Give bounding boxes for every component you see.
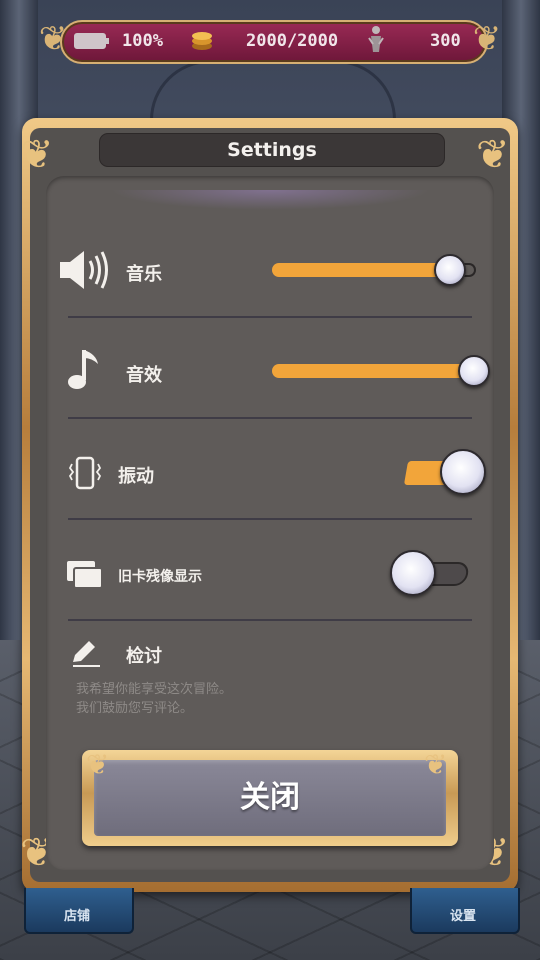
nav-tab-settings-label: 设置 <box>449 909 476 924</box>
music-label: 音乐 <box>126 264 162 285</box>
cards-icon <box>67 561 103 589</box>
ornament-left-icon: ❦ <box>38 19 68 59</box>
frame-ornament-icon: ❦ <box>476 132 510 178</box>
nav-tab-shop-label: 店铺 <box>63 909 90 924</box>
old-card-afterimage-toggle-knob[interactable] <box>390 550 436 596</box>
battery-icon <box>74 33 109 49</box>
sound-effects-slider-fill <box>272 364 476 378</box>
battery-value: 100% <box>122 31 163 51</box>
divider <box>68 316 472 318</box>
divider <box>68 417 472 419</box>
coin-value: 2000/2000 <box>246 31 339 51</box>
music-slider-knob[interactable] <box>433 254 466 286</box>
ornament-right-icon: ❦ <box>472 19 502 59</box>
coin-stack-icon <box>192 32 212 50</box>
speaker-icon <box>60 251 108 289</box>
review-label: 检讨 <box>126 646 162 667</box>
vibration-icon <box>68 456 102 490</box>
review-description-line-2: 我们鼓励您写评论。 <box>76 701 194 716</box>
vibration-label: 振动 <box>118 466 154 487</box>
pencil-icon <box>73 641 100 667</box>
music-note-icon <box>68 350 98 389</box>
frame-ornament-icon: ❦ <box>20 132 54 178</box>
close-button-label: 关闭 <box>240 780 300 815</box>
figure-icon <box>368 26 384 52</box>
divider <box>68 518 472 520</box>
divider <box>68 619 472 621</box>
vibration-toggle-knob[interactable] <box>440 449 486 495</box>
content-glow <box>110 190 430 210</box>
old-card-afterimage-label: 旧卡残像显示 <box>118 569 202 585</box>
sound-effects-slider-knob[interactable] <box>458 355 490 387</box>
review-description-line-1: 我希望你能享受这次冒险。 <box>76 682 233 697</box>
sound-effects-label: 音效 <box>126 365 162 386</box>
dialog-title: Settings <box>227 139 317 161</box>
music-slider-fill <box>272 263 452 277</box>
figure-value: 300 <box>430 31 461 51</box>
